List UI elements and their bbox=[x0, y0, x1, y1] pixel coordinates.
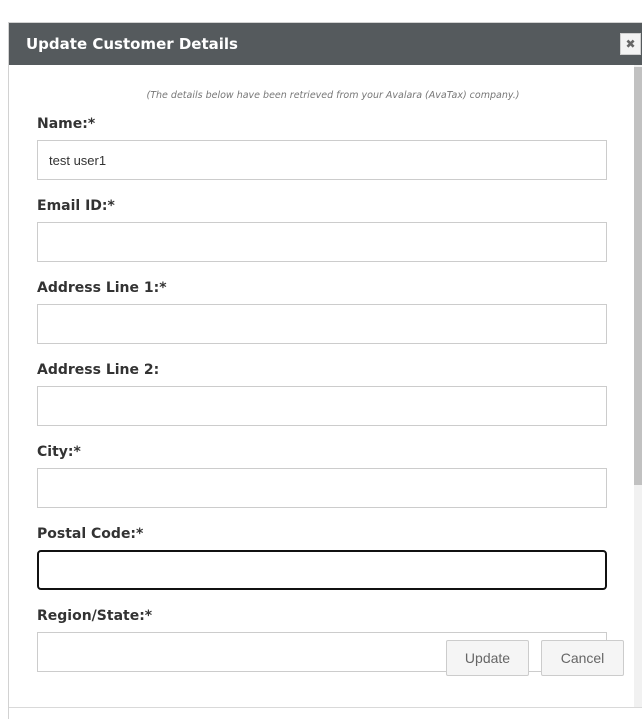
email-label: Email ID:* bbox=[37, 198, 115, 214]
name-input[interactable] bbox=[37, 140, 607, 180]
dialog-content[interactable]: (The details below have been retrieved f… bbox=[9, 65, 634, 707]
address-line-1-label: Address Line 1:* bbox=[37, 280, 167, 296]
postal-code-input[interactable] bbox=[37, 550, 607, 590]
cancel-button[interactable]: Cancel bbox=[541, 640, 624, 676]
scrollbar-thumb[interactable] bbox=[634, 67, 642, 485]
close-icon[interactable]: ✖ bbox=[620, 33, 641, 55]
address-line-2-input[interactable] bbox=[37, 386, 607, 426]
city-label: City:* bbox=[37, 444, 81, 460]
footer-divider bbox=[9, 707, 642, 708]
email-input[interactable] bbox=[37, 222, 607, 262]
address-line-1-input[interactable] bbox=[37, 304, 607, 344]
city-input[interactable] bbox=[37, 468, 607, 508]
dialog-title: Update Customer Details bbox=[26, 35, 238, 53]
name-label: Name:* bbox=[37, 116, 96, 132]
postal-code-label: Postal Code:* bbox=[37, 526, 144, 542]
scrollbar[interactable] bbox=[634, 65, 642, 707]
update-button[interactable]: Update bbox=[446, 640, 529, 676]
address-line-2-label: Address Line 2: bbox=[37, 362, 160, 378]
dialog-titlebar: Update Customer Details ✖ bbox=[9, 23, 642, 65]
region-state-label: Region/State:* bbox=[37, 608, 153, 624]
update-customer-dialog: Update Customer Details ✖ (The details b… bbox=[8, 22, 642, 719]
source-note: (The details below have been retrieved f… bbox=[146, 90, 520, 101]
